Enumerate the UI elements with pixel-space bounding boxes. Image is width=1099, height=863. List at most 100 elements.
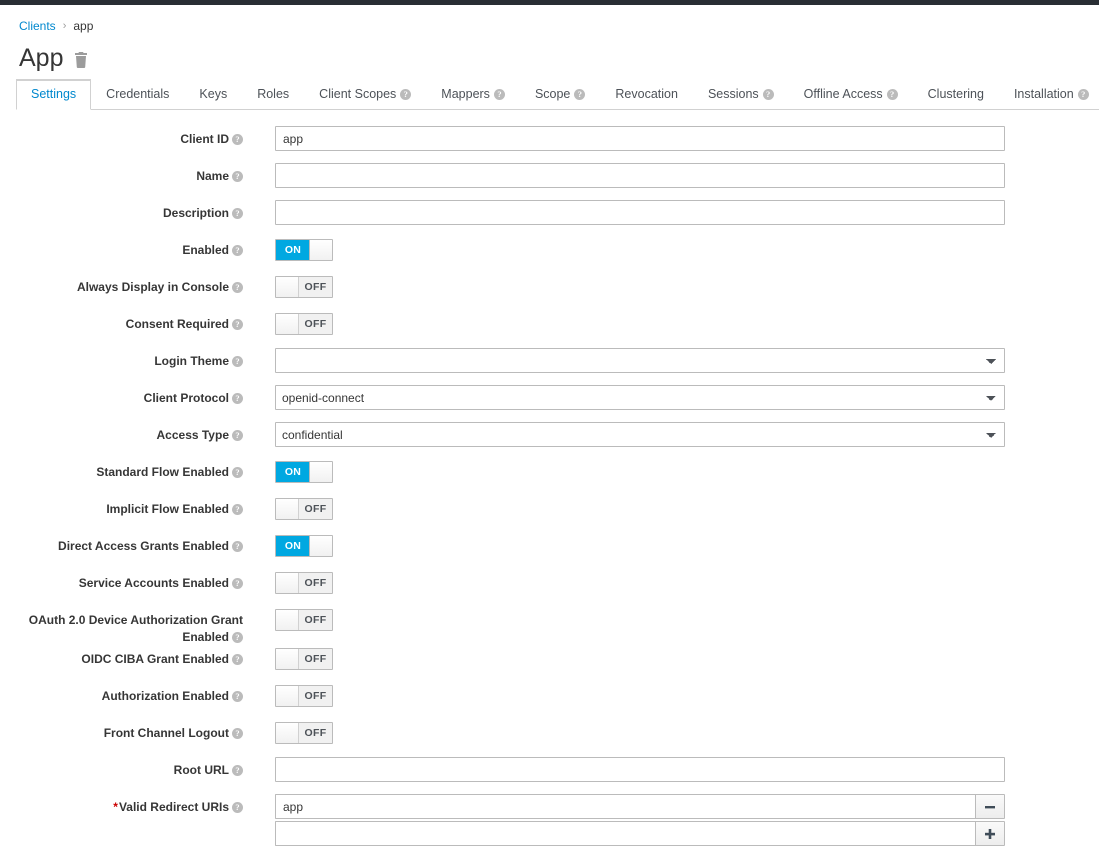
help-icon[interactable]: ?	[232, 728, 243, 740]
form-row-access-type: Access Type? confidential	[0, 422, 1099, 459]
delete-client-button[interactable]	[74, 52, 88, 68]
label-text: Front Channel Logout	[103, 726, 229, 740]
device-authorization-grant-toggle[interactable]: OFF	[275, 609, 333, 631]
standard-flow-toggle[interactable]: ON	[275, 461, 333, 483]
help-icon[interactable]: ?	[232, 430, 243, 442]
help-icon[interactable]: ?	[232, 632, 243, 644]
label-service-accounts-enabled: Service Accounts Enabled?	[0, 570, 243, 592]
tab-mappers[interactable]: Mappers ?	[426, 79, 520, 110]
page-title: App	[19, 44, 64, 72]
form-row-direct-access-grants: Direct Access Grants Enabled? ON	[0, 533, 1099, 570]
form-row-description: Description?	[0, 200, 1099, 237]
tab-keys[interactable]: Keys	[184, 79, 242, 110]
toggle-knob	[309, 240, 332, 260]
help-icon[interactable]: ?	[1077, 88, 1089, 100]
required-marker: *	[113, 800, 118, 814]
label-access-type: Access Type?	[0, 422, 243, 444]
add-redirect-uri-button[interactable]	[975, 821, 1005, 846]
label-text: OAuth 2.0 Device Authorization Grant Ena…	[28, 613, 243, 644]
breadcrumb-link-clients[interactable]: Clients	[19, 19, 56, 33]
tab-revocation[interactable]: Revocation	[600, 79, 693, 110]
label-always-display-in-console: Always Display in Console?	[0, 274, 243, 296]
help-icon[interactable]: ?	[762, 88, 774, 100]
help-icon[interactable]: ?	[232, 245, 243, 257]
tab-settings[interactable]: Settings	[16, 79, 92, 110]
remove-redirect-uri-button[interactable]	[975, 794, 1005, 819]
tab-sessions[interactable]: Sessions ?	[693, 79, 789, 110]
redirect-uri-input[interactable]	[275, 794, 975, 819]
enabled-toggle[interactable]: ON	[275, 239, 333, 261]
label-text: Enabled	[182, 243, 229, 257]
field-authorization: OFF	[243, 683, 1099, 707]
toggle-state-label: OFF	[298, 610, 332, 630]
label-text: Implicit Flow Enabled	[106, 502, 229, 516]
always-display-toggle[interactable]: OFF	[275, 276, 333, 298]
help-icon[interactable]: ?	[232, 393, 243, 405]
toggle-state-label: OFF	[298, 723, 332, 743]
field-name	[243, 163, 1099, 188]
help-icon[interactable]: ?	[400, 88, 412, 100]
client-protocol-select[interactable]: openid-connect	[275, 385, 1005, 410]
help-icon[interactable]: ?	[232, 467, 243, 479]
breadcrumb: Clients › app	[0, 5, 1099, 35]
client-id-input[interactable]	[275, 126, 1005, 151]
redirect-uri-input-new[interactable]	[275, 821, 975, 846]
help-icon[interactable]: ?	[574, 88, 586, 100]
help-icon[interactable]: ?	[232, 765, 243, 777]
label-text: Direct Access Grants Enabled	[58, 539, 229, 553]
service-accounts-toggle[interactable]: OFF	[275, 572, 333, 594]
tab-scope[interactable]: Scope ?	[520, 79, 600, 110]
label-client-id: Client ID?	[0, 126, 243, 148]
field-ciba-grant: OFF	[243, 646, 1099, 670]
label-name: Name?	[0, 163, 243, 185]
toggle-knob	[276, 499, 299, 519]
ciba-grant-toggle[interactable]: OFF	[275, 648, 333, 670]
help-icon[interactable]: ?	[232, 578, 243, 590]
tab-clustering[interactable]: Clustering	[913, 79, 999, 110]
label-root-url: Root URL?	[0, 757, 243, 779]
access-type-select[interactable]: confidential	[275, 422, 1005, 447]
help-icon[interactable]: ?	[232, 134, 243, 146]
form-row-front-channel-logout: Front Channel Logout? OFF	[0, 720, 1099, 757]
label-oauth-device-authorization-grant-enabled: OAuth 2.0 Device Authorization Grant Ena…	[0, 607, 243, 646]
help-icon[interactable]: ?	[886, 88, 898, 100]
help-icon[interactable]: ?	[232, 654, 243, 666]
toggle-state-label: ON	[276, 240, 310, 260]
label-text: Name	[196, 169, 229, 183]
root-url-input[interactable]	[275, 757, 1005, 782]
label-text: Client Protocol	[143, 391, 229, 405]
help-icon[interactable]: ?	[493, 88, 505, 100]
toggle-state-label: OFF	[298, 499, 332, 519]
help-icon[interactable]: ?	[232, 691, 243, 703]
description-input[interactable]	[275, 200, 1005, 225]
name-input[interactable]	[275, 163, 1005, 188]
authorization-toggle[interactable]: OFF	[275, 685, 333, 707]
help-icon[interactable]: ?	[232, 319, 243, 331]
toggle-knob	[309, 462, 332, 482]
help-icon[interactable]: ?	[232, 208, 243, 220]
direct-access-grants-toggle[interactable]: ON	[275, 535, 333, 557]
form-row-consent-required: Consent Required? OFF	[0, 311, 1099, 348]
front-channel-logout-toggle[interactable]: OFF	[275, 722, 333, 744]
consent-required-toggle[interactable]: OFF	[275, 313, 333, 335]
label-text: Login Theme	[154, 354, 229, 368]
help-icon[interactable]: ?	[232, 282, 243, 294]
tab-installation[interactable]: Installation ?	[999, 79, 1099, 110]
form-row-enabled: Enabled? ON	[0, 237, 1099, 274]
help-icon[interactable]: ?	[232, 504, 243, 516]
help-icon[interactable]: ?	[232, 802, 243, 814]
help-icon[interactable]: ?	[232, 171, 243, 183]
field-consent-required: OFF	[243, 311, 1099, 335]
tab-roles[interactable]: Roles	[242, 79, 304, 110]
label-oidc-ciba-grant-enabled: OIDC CIBA Grant Enabled?	[0, 646, 243, 668]
help-icon[interactable]: ?	[232, 356, 243, 368]
implicit-flow-toggle[interactable]: OFF	[275, 498, 333, 520]
tab-credentials[interactable]: Credentials	[91, 79, 184, 110]
tab-client-scopes[interactable]: Client Scopes ?	[304, 79, 426, 110]
field-login-theme	[243, 348, 1099, 373]
login-theme-select[interactable]	[275, 348, 1005, 373]
form-row-root-url: Root URL?	[0, 757, 1099, 794]
tab-offline-access[interactable]: Offline Access ?	[789, 79, 913, 110]
field-service-accounts: OFF	[243, 570, 1099, 594]
help-icon[interactable]: ?	[232, 541, 243, 553]
